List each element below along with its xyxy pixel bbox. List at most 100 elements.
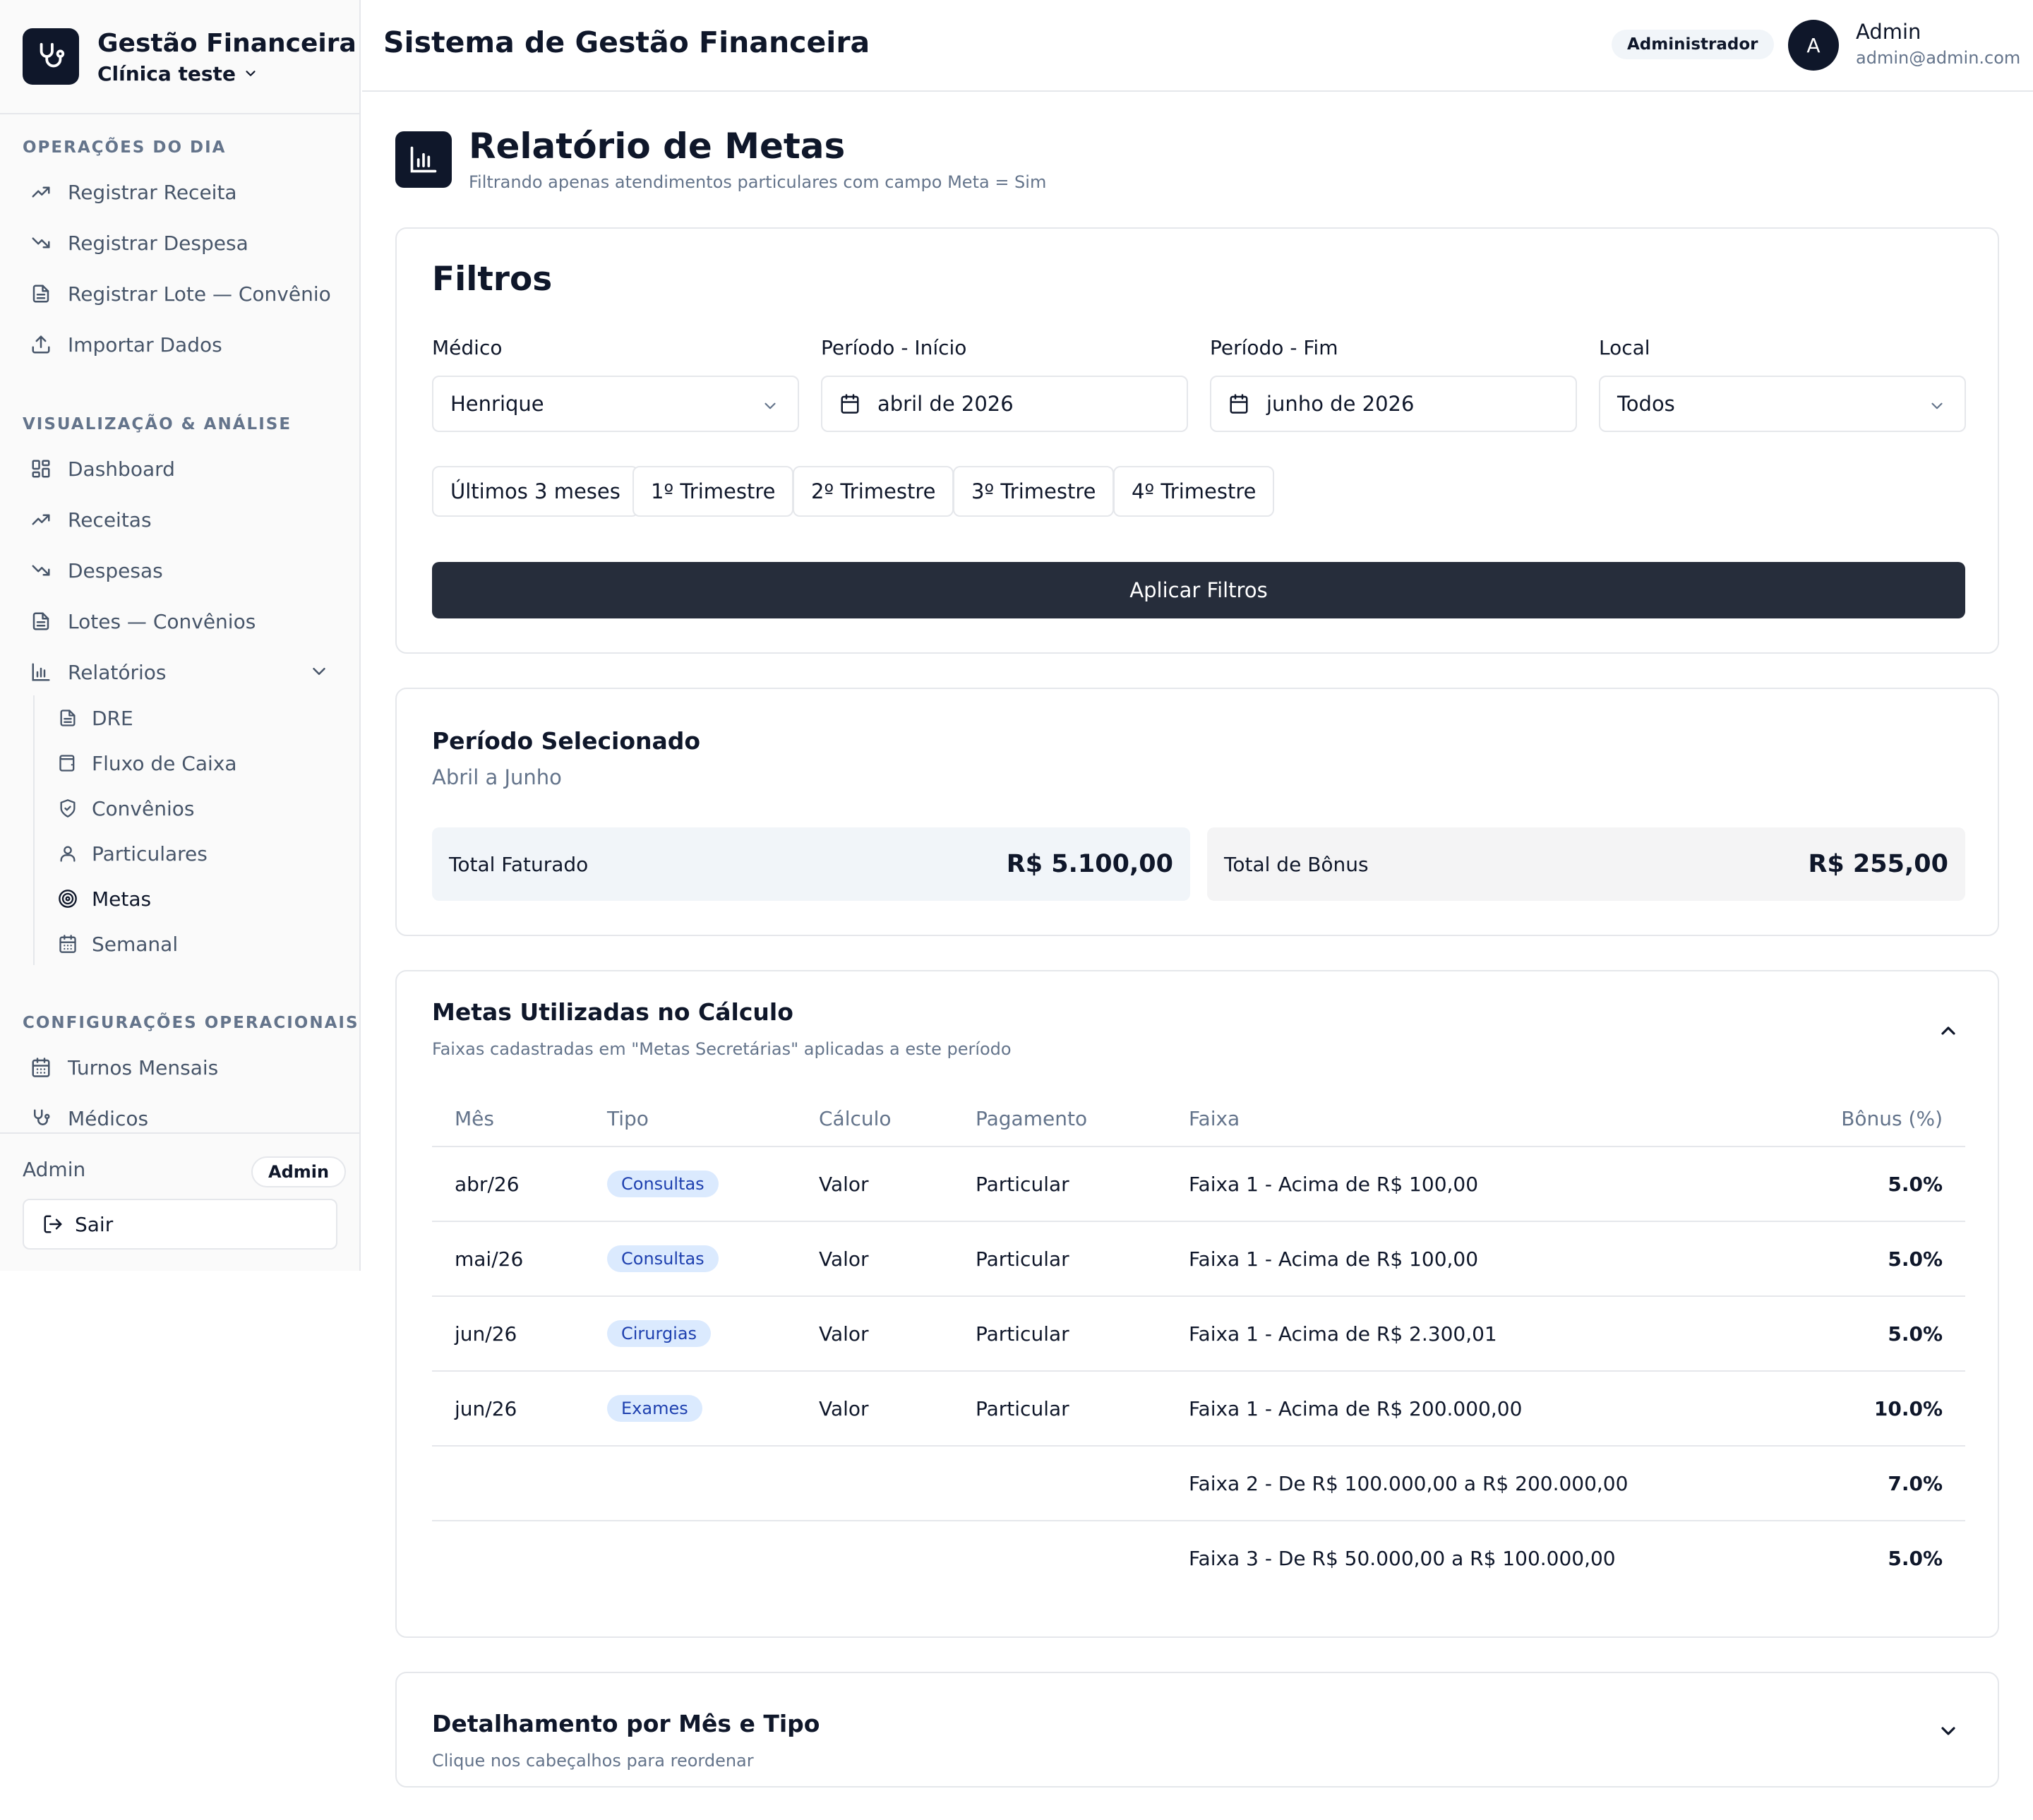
chevron-down-icon [764, 402, 776, 409]
col-pagamento: Pagamento [953, 1091, 1166, 1147]
cell-mes: abr/26 [432, 1147, 584, 1222]
cell-bonus: 7.0% [1782, 1446, 1965, 1521]
cell-bonus: 5.0% [1782, 1221, 1965, 1297]
calendar-icon [56, 933, 79, 955]
cell-faixa: Faixa 1 - Acima de R$ 100,00 [1166, 1147, 1782, 1222]
sub-item-semanal[interactable]: Semanal [56, 924, 178, 964]
topbar: Sistema de Gestão Financeira Administrad… [362, 0, 2033, 92]
sub-item-label: Semanal [92, 932, 179, 956]
clinic-selector[interactable]: Clínica teste [97, 62, 356, 85]
cell-tipo: Exames [584, 1371, 796, 1447]
nav-label: Despesas [68, 558, 163, 582]
avatar[interactable]: A [1788, 20, 1839, 71]
cell-pagamento: Particular [953, 1221, 1166, 1297]
quick-ultimos-3-meses[interactable]: Últimos 3 meses [432, 466, 639, 517]
cell-faixa: Faixa 2 - De R$ 100.000,00 a R$ 200.000,… [1166, 1446, 1782, 1521]
cell-calculo [796, 1521, 953, 1596]
nav-lotes-convenios[interactable]: Lotes — Convênios [23, 600, 337, 642]
cell-bonus: 5.0% [1888, 1547, 1943, 1570]
bar-chart-icon [30, 661, 52, 683]
footer-role-badge: Admin [251, 1156, 347, 1187]
type-badge: Cirurgias [607, 1320, 712, 1347]
apply-filters-button[interactable]: Aplicar Filtros [432, 562, 1965, 618]
sub-item-dre[interactable]: DRE [56, 698, 133, 738]
col-faixa: Faixa [1166, 1091, 1782, 1147]
quick-2-trimestre[interactable]: 2º Trimestre [793, 466, 954, 517]
cell-calculo: Valor [796, 1147, 953, 1222]
sub-item-metas[interactable]: Metas [56, 879, 151, 918]
total-faturado-label: Total Faturado [449, 852, 589, 876]
nav-label: Turnos Mensais [68, 1055, 219, 1079]
table-row: Faixa 2 - De R$ 100.000,00 a R$ 200.000,… [432, 1446, 1965, 1521]
section-label-viz: VISUALIZAÇÃO & ANÁLISE [23, 415, 292, 433]
nav-turnos-mensais[interactable]: Turnos Mensais [23, 1046, 337, 1089]
cell-mes: jun/26 [432, 1371, 584, 1447]
nav-importar-dados[interactable]: Importar Dados [23, 323, 337, 366]
metas-title: Metas Utilizadas no Cálculo [432, 998, 793, 1026]
detalhamento-card: Detalhamento por Mês e Tipo Clique nos c… [395, 1672, 1999, 1788]
target-icon [56, 887, 79, 910]
logout-label: Sair [75, 1212, 114, 1236]
footer-user-name: Admin [23, 1158, 86, 1181]
cell-mes [432, 1446, 584, 1521]
cell-mes [432, 1521, 584, 1596]
sub-item-convenios[interactable]: Convênios [56, 789, 194, 828]
user-icon [56, 842, 79, 865]
nav-label: Relatórios [68, 660, 167, 684]
nav-label: Importar Dados [68, 333, 222, 357]
sub-item-label: Convênios [92, 796, 195, 820]
nav-label: Registrar Lote — Convênio [68, 282, 331, 306]
cell-calculo [796, 1446, 953, 1521]
total-bonus-value: R$ 255,00 [1808, 850, 1948, 878]
total-faturado-value: R$ 5.100,00 [1006, 850, 1173, 878]
page-subtitle: Filtrando apenas atendimentos particular… [469, 172, 1047, 192]
cell-faixa: Faixa 1 - Acima de R$ 100,00 [1166, 1221, 1782, 1297]
logout-button[interactable]: Sair [23, 1199, 337, 1250]
expand-detalhamento-button[interactable] [1934, 1717, 1962, 1745]
col-bonus: Bônus (%) [1782, 1091, 1965, 1147]
quick-3-trimestre[interactable]: 3º Trimestre [953, 466, 1115, 517]
local-select[interactable]: Todos [1599, 376, 1966, 432]
nav-dashboard[interactable]: Dashboard [23, 448, 337, 490]
document-icon [30, 610, 52, 633]
cell-calculo: Valor [796, 1371, 953, 1447]
nav-registrar-lote[interactable]: Registrar Lote — Convênio [23, 273, 337, 315]
logout-icon [44, 1215, 62, 1233]
clinic-name: Clínica teste [97, 61, 236, 85]
cell-bonus: 5.0% [1782, 1296, 1965, 1372]
cell-mes: mai/26 [432, 1221, 584, 1297]
sub-item-fluxo-caixa[interactable]: Fluxo de Caixa [56, 743, 237, 783]
filters-title: Filtros [432, 260, 553, 299]
periodo-inicio-picker[interactable]: abril de 2026 [821, 376, 1188, 432]
quick-1-trimestre[interactable]: 1º Trimestre [632, 466, 794, 517]
dashboard-icon [30, 457, 52, 480]
role-badge: Administrador [1612, 30, 1774, 59]
periodo-fim-picker[interactable]: junho de 2026 [1210, 376, 1577, 432]
nav-registrar-receita[interactable]: Registrar Receita [23, 171, 337, 213]
nav-relatorios[interactable]: Relatórios [23, 651, 337, 693]
cell-pagamento: Particular [953, 1371, 1166, 1447]
trending-up-icon [30, 508, 52, 531]
cell-tipo: Consultas [584, 1147, 796, 1222]
total-bonus-label: Total de Bônus [1224, 852, 1369, 876]
cell-calculo: Valor [796, 1221, 953, 1297]
cell-pagamento [953, 1521, 1166, 1596]
collapse-metas-button[interactable] [1934, 1017, 1962, 1045]
quick-4-trimestre[interactable]: 4º Trimestre [1113, 466, 1275, 517]
total-faturado-box: Total Faturado R$ 5.100,00 [432, 827, 1190, 901]
medico-select[interactable]: Henrique [432, 376, 799, 432]
periodo-inicio-value: abril de 2026 [877, 392, 1014, 416]
trending-down-icon [30, 559, 52, 582]
nav-label: Registrar Receita [68, 180, 237, 204]
metas-card: Metas Utilizadas no Cálculo Faixas cadas… [395, 970, 1999, 1638]
nav-despesas[interactable]: Despesas [23, 549, 337, 592]
chevron-down-icon [246, 71, 256, 76]
calendar-icon [841, 394, 859, 414]
sub-item-particulares[interactable]: Particulares [56, 834, 208, 873]
col-calculo: Cálculo [796, 1091, 953, 1147]
nav-registrar-despesa[interactable]: Registrar Despesa [23, 222, 337, 264]
col-tipo: Tipo [584, 1091, 796, 1147]
local-label: Local [1599, 336, 1650, 359]
nav-receitas[interactable]: Receitas [23, 498, 337, 541]
cell-bonus: 5.0% [1782, 1147, 1965, 1222]
